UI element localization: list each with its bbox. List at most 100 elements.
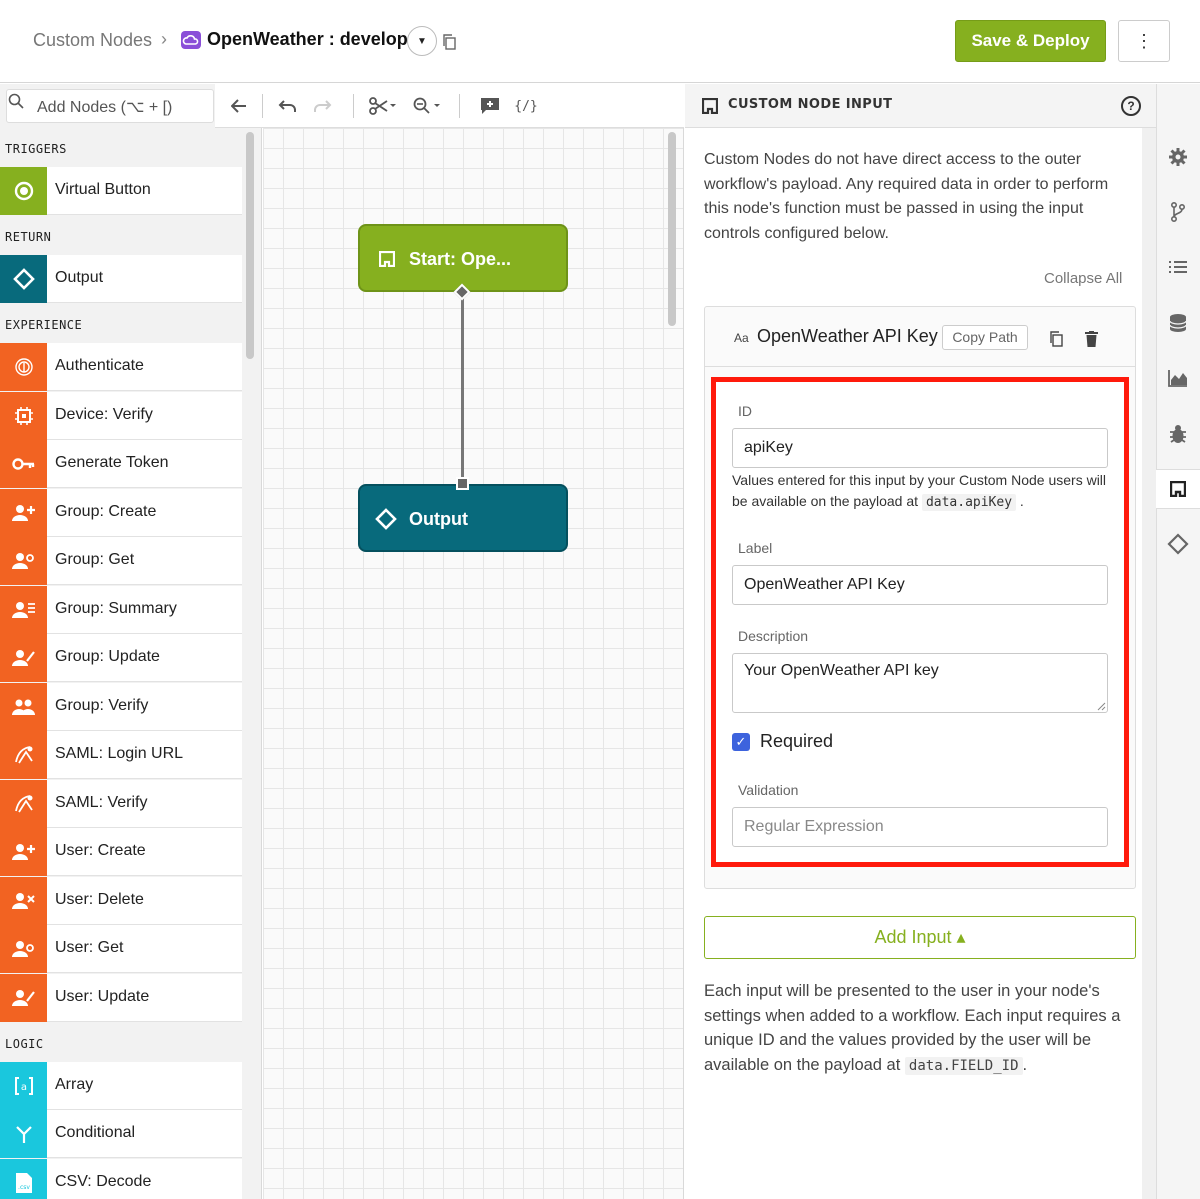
list-icon[interactable] — [1167, 256, 1189, 278]
palette-scrollbar[interactable] — [246, 132, 254, 359]
group-list-icon — [0, 586, 47, 634]
trash-icon[interactable] — [1085, 331, 1098, 347]
palette-item-label: Group: Update — [55, 648, 160, 665]
duplicate-icon[interactable] — [1049, 331, 1063, 347]
start-node-label: Start: Ope... — [409, 249, 512, 269]
caret-down-icon: ▼ — [417, 35, 427, 47]
field-id-code: data.FIELD_ID — [904, 1056, 1023, 1075]
palette-item-output[interactable]: Output — [0, 255, 242, 303]
palette-item-user-update[interactable]: User: Update — [0, 974, 242, 1022]
add-nodes-search-input[interactable]: Add Nodes (⌥ + [) — [6, 89, 214, 123]
panel-title: CUSTOM NODE INPUT — [728, 97, 893, 112]
add-comment-button[interactable] — [477, 92, 503, 120]
cloud-icon — [181, 31, 201, 49]
array-icon: a — [0, 1062, 47, 1110]
palette-item-generate-token[interactable]: Generate Token — [0, 440, 242, 488]
output-node-input-port[interactable] — [456, 477, 469, 490]
palette-item-virtual-button[interactable]: Virtual Button — [0, 167, 242, 215]
palette-item-saml-login-url[interactable]: SAML: Login URL — [0, 731, 242, 779]
palette-item-group-get[interactable]: Group: Get — [0, 537, 242, 585]
bug-icon[interactable] — [1167, 423, 1189, 445]
id-label: ID — [738, 403, 752, 419]
undo-button[interactable] — [273, 92, 301, 120]
add-input-button[interactable]: Add Input ▴ — [704, 916, 1136, 959]
section-experience: EXPERIENCE — [5, 318, 83, 332]
palette-item-csv-decode[interactable]: .csv CSV: Decode — [0, 1159, 242, 1199]
input-card-header[interactable]: Aa OpenWeather API Key Copy Path — [705, 307, 1135, 367]
svg-text:.csv: .csv — [18, 1184, 30, 1191]
node-connection[interactable] — [461, 298, 464, 484]
required-label[interactable]: Required — [760, 731, 833, 752]
description-textarea[interactable]: Your OpenWeather API key — [732, 653, 1108, 713]
user-edit-icon — [0, 974, 47, 1022]
palette-item-authenticate[interactable]: Authenticate — [0, 343, 242, 391]
validation-input[interactable]: Regular Expression — [732, 807, 1108, 847]
custom-node-input-icon[interactable] — [1167, 478, 1189, 500]
collapse-palette-button[interactable] — [227, 92, 251, 120]
palette-item-array[interactable]: a Array — [0, 1062, 242, 1110]
saml-icon — [0, 780, 47, 828]
cut-menu-button[interactable] — [367, 92, 401, 120]
id-help-text-end: . — [1019, 493, 1024, 509]
fingerprint-icon — [0, 343, 47, 391]
search-icon — [8, 93, 24, 109]
comment-add-icon — [481, 98, 499, 114]
palette-item-conditional[interactable]: Conditional — [0, 1110, 242, 1158]
database-icon[interactable] — [1167, 312, 1189, 334]
area-chart-icon[interactable] — [1167, 367, 1189, 389]
label-label: Label — [738, 540, 773, 556]
start-node[interactable]: Start: Ope... — [358, 224, 568, 292]
help-icon[interactable]: ? — [1121, 96, 1141, 116]
user-add-icon — [0, 828, 47, 876]
save-deploy-button[interactable]: Save & Deploy — [955, 20, 1106, 62]
palette-item-device-verify[interactable]: Device: Verify — [0, 392, 242, 440]
output-node[interactable]: Output — [358, 484, 568, 552]
palette-item-label: Array — [55, 1076, 94, 1093]
toolbar-divider — [459, 94, 460, 118]
palette-item-group-verify[interactable]: Group: Verify — [0, 683, 242, 731]
panel-footer-text: Each input will be presented to the user… — [704, 979, 1139, 1078]
workflow-canvas[interactable]: Start: Ope... Output — [263, 128, 684, 1199]
palette-item-user-create[interactable]: User: Create — [0, 828, 242, 876]
key-icon — [0, 440, 47, 488]
version-dropdown-button[interactable]: ▼ — [407, 26, 437, 56]
palette-item-user-delete[interactable]: User: Delete — [0, 877, 242, 925]
palette-item-saml-verify[interactable]: SAML: Verify — [0, 780, 242, 828]
canvas-scrollbar[interactable] — [668, 132, 676, 326]
palette-item-label: SAML: Login URL — [55, 745, 184, 762]
custom-node-icon — [379, 251, 395, 267]
label-input[interactable]: OpenWeather API Key — [732, 565, 1108, 605]
palette-item-label: User: Delete — [55, 891, 144, 908]
input-card-title: OpenWeather API Key — [757, 326, 938, 346]
id-input[interactable]: apiKey — [732, 428, 1108, 468]
panel-scrollbar[interactable] — [1142, 128, 1156, 1199]
settings-gear-icon[interactable] — [1167, 146, 1189, 168]
footer-text-end: . — [1022, 1055, 1028, 1074]
zoom-menu-button[interactable] — [411, 92, 445, 120]
versions-branch-icon[interactable] — [1167, 201, 1189, 223]
more-menu-button[interactable]: ⋮ — [1118, 20, 1170, 62]
palette-item-label: Output — [55, 269, 104, 286]
redo-button[interactable] — [309, 92, 337, 120]
group-add-icon — [0, 489, 47, 537]
resize-handle-icon[interactable] — [1097, 702, 1106, 711]
panel-header: CUSTOM NODE INPUT ? — [685, 84, 1156, 128]
payload-code-button[interactable]: {/} — [512, 92, 540, 120]
palette-item-group-summary[interactable]: Group: Summary — [0, 586, 242, 634]
output-icon — [375, 508, 397, 530]
breadcrumb-custom-nodes[interactable]: Custom Nodes — [33, 30, 152, 51]
palette-item-group-create[interactable]: Group: Create — [0, 489, 242, 537]
required-checkbox[interactable]: ✓ — [732, 733, 750, 751]
virtual-button-icon — [0, 167, 47, 215]
palette-item-label: Group: Get — [55, 551, 135, 568]
output-diamond-icon[interactable] — [1167, 533, 1189, 555]
user-remove-icon — [0, 877, 47, 925]
collapse-all-link[interactable]: Collapse All — [1044, 270, 1122, 287]
palette-item-label: SAML: Verify — [55, 794, 148, 811]
scissors-icon — [369, 97, 396, 115]
palette-item-user-get[interactable]: User: Get — [0, 925, 242, 973]
copy-icon[interactable] — [442, 34, 456, 50]
copy-path-button[interactable]: Copy Path — [942, 325, 1028, 350]
palette-item-group-update[interactable]: Group: Update — [0, 634, 242, 682]
palette-item-label: Generate Token — [55, 454, 169, 471]
